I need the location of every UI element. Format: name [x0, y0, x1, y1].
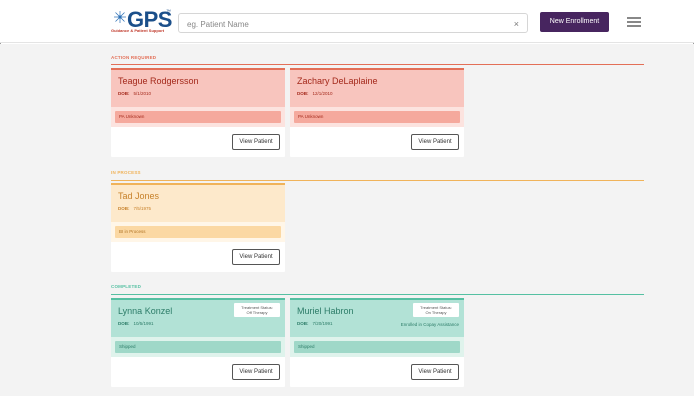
- treatment-status-badge: Treatment Status: On Therapy: [413, 303, 459, 317]
- new-enrollment-button[interactable]: New Enrollment: [540, 12, 609, 32]
- patient-card: Lynna Konzel DOB: 10/5/1991 Treatment Sta…: [111, 298, 285, 387]
- status-badge: PA Unknown: [294, 111, 460, 123]
- patient-name: Muriel Habron: [297, 306, 354, 316]
- patient-dob: DOB: 5/1/2010: [118, 91, 152, 96]
- view-patient-button[interactable]: View Patient: [232, 249, 280, 265]
- status-badge: Shipped: [115, 341, 281, 353]
- patient-name: Zachary DeLaplaine: [297, 76, 378, 86]
- logo-trademark: ™: [166, 9, 171, 15]
- treatment-status-badge: Treatment Status: Off Therapy: [234, 303, 280, 317]
- patient-search-box[interactable]: ×: [178, 13, 528, 33]
- section-divider: [111, 64, 644, 65]
- patient-name: Lynna Konzel: [118, 306, 173, 316]
- status-badge: BI in Process: [115, 226, 281, 238]
- patient-card: Muriel Habron DOB: 7/20/1991 Treatment St…: [290, 298, 464, 387]
- section-title-action-required: ACTION REQUIRED: [111, 55, 157, 60]
- patient-card: Zachary DeLaplaine DOB: 12/1/2010 PA Unkn…: [290, 68, 464, 157]
- patient-name: Tad Jones: [118, 191, 160, 201]
- gps-logo[interactable]: GPS ™ Guidance & Patient Support: [109, 7, 172, 37]
- patient-dob: DOB: 7/20/1991: [297, 321, 333, 326]
- section-title-in-process: IN PROCESS: [111, 170, 141, 175]
- patient-dob: DOB: 12/1/2010: [297, 91, 333, 96]
- view-patient-button[interactable]: View Patient: [411, 134, 459, 150]
- clear-search-icon[interactable]: ×: [514, 17, 519, 31]
- section-divider: [111, 294, 644, 295]
- status-badge: Shipped: [294, 341, 460, 353]
- patient-dob: DOB: 7/5/1975: [118, 206, 152, 211]
- copay-assistance-label: Enrolled in Copay Assistance: [400, 322, 459, 327]
- section-divider: [111, 180, 644, 181]
- search-input[interactable]: [187, 17, 507, 31]
- view-patient-button[interactable]: View Patient: [232, 364, 280, 380]
- patient-card: Teague Rodgersson DOB: 5/1/2010 PA Unknow…: [111, 68, 285, 157]
- section-title-completed: COMPLETED: [111, 284, 142, 289]
- patient-dashboard: ACTION REQUIRED Teague Rodgersson DOB: 5/…: [0, 44, 694, 396]
- patient-card: Tad Jones DOB: 7/5/1975 BI in Process Vie…: [111, 183, 285, 272]
- patient-dob: DOB: 10/5/1991: [118, 321, 154, 326]
- status-badge: PA Unknown: [115, 111, 281, 123]
- top-header: GPS ™ Guidance & Patient Support × New E…: [0, 0, 694, 43]
- view-patient-button[interactable]: View Patient: [232, 134, 280, 150]
- hamburger-menu-icon[interactable]: [627, 17, 641, 27]
- view-patient-button[interactable]: View Patient: [411, 364, 459, 380]
- patient-name: Teague Rodgersson: [118, 76, 199, 86]
- logo-subtitle: Guidance & Patient Support: [111, 28, 165, 33]
